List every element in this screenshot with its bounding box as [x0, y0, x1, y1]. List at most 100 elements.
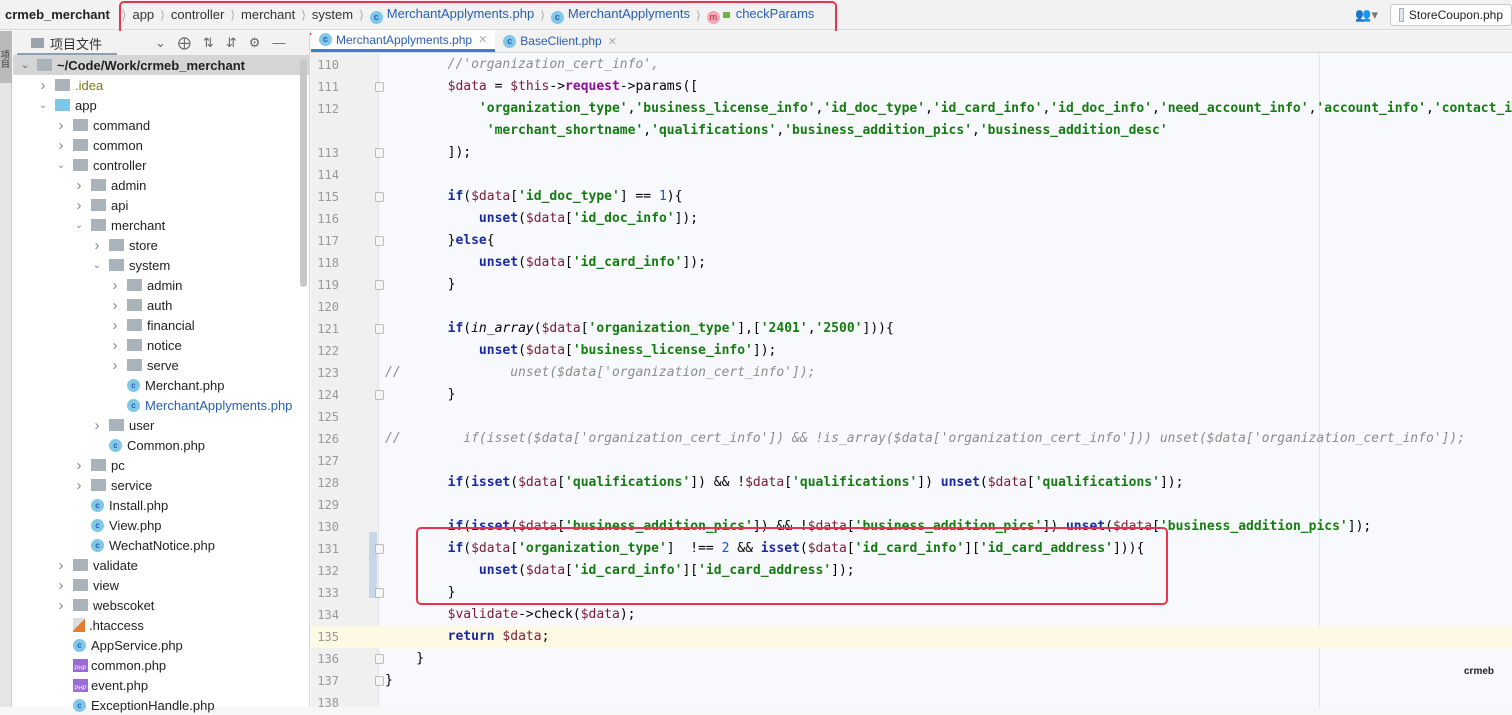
tree-item[interactable]: c MerchantApplyments.php: [13, 395, 309, 415]
chevron-right-icon[interactable]: ›: [91, 417, 103, 434]
code-text: }: [385, 384, 456, 406]
close-icon[interactable]: ✕: [478, 33, 487, 46]
tree-item[interactable]: c AppService.php: [13, 635, 309, 655]
chevron-right-icon[interactable]: ›: [73, 477, 85, 494]
tree-item[interactable]: c Merchant.php: [13, 375, 309, 395]
fold-marker-icon[interactable]: [375, 148, 384, 158]
tree-item[interactable]: c ExceptionHandle.php: [13, 695, 309, 715]
locate-icon[interactable]: ⨁: [178, 35, 191, 51]
tree-item-label: Common.php: [127, 437, 206, 453]
tree-item[interactable]: PHP common.php: [13, 655, 309, 675]
expand-all-icon[interactable]: ⇅: [203, 35, 214, 51]
tree-item[interactable]: › admin: [13, 275, 309, 295]
line-number: 121: [317, 322, 339, 336]
code-text: // if(isset($data['organization_cert_inf…: [385, 428, 1465, 450]
tree-item[interactable]: c Common.php: [13, 435, 309, 455]
close-icon[interactable]: ✕: [608, 35, 617, 48]
project-panel-title[interactable]: 项目文件: [50, 34, 102, 53]
code-token: ]);: [1347, 519, 1372, 534]
fold-marker-icon[interactable]: [375, 676, 384, 686]
tree-item[interactable]: › validate: [13, 555, 309, 575]
tree-item[interactable]: › admin: [13, 175, 309, 195]
fold-marker-icon[interactable]: [375, 390, 384, 400]
gear-icon[interactable]: ⚙: [249, 35, 261, 51]
chevron-down-icon[interactable]: ⌄: [73, 220, 85, 231]
fold-marker-icon[interactable]: [375, 544, 384, 554]
editor-tab-label: BaseClient.php: [520, 34, 602, 48]
code-line: 119 }: [311, 274, 1512, 296]
chevron-right-icon[interactable]: ›: [109, 297, 121, 314]
tree-item[interactable]: .htaccess: [13, 615, 309, 635]
editor-tab[interactable]: c BaseClient.php ✕: [495, 30, 625, 52]
tree-item[interactable]: › common: [13, 135, 309, 155]
tree-item[interactable]: ⌄ controller: [13, 155, 309, 175]
tree-item[interactable]: › webscoket: [13, 595, 309, 615]
chevron-down-icon[interactable]: ⌄: [155, 35, 166, 51]
chevron-right-icon[interactable]: ›: [109, 317, 121, 334]
chevron-down-icon[interactable]: ⌄: [55, 160, 67, 171]
tree-item[interactable]: ⌄ app: [13, 95, 309, 115]
code-token: ;: [541, 629, 550, 644]
chevron-right-icon[interactable]: ›: [37, 77, 49, 94]
tree-item[interactable]: c WechatNotice.php: [13, 535, 309, 555]
chevron-right-icon[interactable]: ›: [55, 137, 67, 154]
chevron-right-icon[interactable]: ›: [91, 237, 103, 254]
tree-item[interactable]: › view: [13, 575, 309, 595]
code-token: [: [1026, 475, 1035, 490]
scrollbar[interactable]: [300, 59, 307, 287]
tree-item[interactable]: › .idea: [13, 75, 309, 95]
tree-item-label: store: [129, 237, 158, 253]
fold-marker-icon[interactable]: [375, 192, 384, 202]
tree-item[interactable]: PHP event.php: [13, 675, 309, 695]
fold-marker-icon[interactable]: [375, 280, 384, 290]
tree-item[interactable]: › api: [13, 195, 309, 215]
tree-item[interactable]: › serve: [13, 355, 309, 375]
tree-item[interactable]: › financial: [13, 315, 309, 335]
fold-marker-icon[interactable]: [375, 236, 384, 246]
collapse-all-icon[interactable]: ⇵: [226, 35, 237, 51]
chevron-down-icon[interactable]: ⌄: [19, 60, 31, 71]
tree-item[interactable]: › service: [13, 475, 309, 495]
chevron-right-icon[interactable]: ›: [73, 177, 85, 194]
tree-item[interactable]: › auth: [13, 295, 309, 315]
fold-marker-icon[interactable]: [375, 82, 384, 92]
fold-marker-icon[interactable]: [375, 588, 384, 598]
chevron-right-icon[interactable]: ›: [55, 577, 67, 594]
chevron-right-icon[interactable]: ›: [109, 277, 121, 294]
minimize-icon[interactable]: —: [272, 35, 285, 51]
tree-item-label: view: [93, 577, 120, 593]
tree-item[interactable]: › notice: [13, 335, 309, 355]
tree-item[interactable]: c View.php: [13, 515, 309, 535]
chevron-right-icon[interactable]: ›: [109, 337, 121, 354]
chevron-right-icon[interactable]: ›: [73, 197, 85, 214]
user-icon[interactable]: 👥▾: [1355, 7, 1378, 23]
chevron-right-icon[interactable]: ›: [109, 357, 121, 374]
project-tool-tab[interactable]: 项目: [0, 31, 12, 83]
tree-item[interactable]: › command: [13, 115, 309, 135]
code-token: 'id_doc_type': [823, 101, 926, 116]
code-token: ,: [925, 101, 933, 116]
chevron-right-icon[interactable]: ›: [55, 117, 67, 134]
chevron-right-icon[interactable]: ›: [55, 597, 67, 614]
tree-item[interactable]: c Install.php: [13, 495, 309, 515]
tree-item[interactable]: ⌄ system: [13, 255, 309, 275]
tree-item[interactable]: › user: [13, 415, 309, 435]
editor-tab[interactable]: c MerchantApplyments.php ✕: [311, 30, 496, 52]
code-token: ]);: [674, 211, 699, 226]
fold-marker-icon[interactable]: [375, 654, 384, 664]
chevron-down-icon[interactable]: ⌄: [37, 100, 49, 111]
fold-marker-icon[interactable]: [375, 324, 384, 334]
project-name[interactable]: crmeb_merchant: [0, 7, 116, 22]
run-configuration-select[interactable]: StoreCoupon.php: [1390, 4, 1512, 26]
chevron-right-icon[interactable]: ›: [55, 557, 67, 574]
code-area[interactable]: 110 //'organization_cert_info', 111 $data…: [311, 54, 1512, 714]
line-number: 122: [317, 344, 339, 358]
chevron-right-icon[interactable]: ›: [73, 457, 85, 474]
tree-item[interactable]: ⌄ ~/Code/Work/crmeb_merchant: [13, 55, 309, 75]
chevron-down-icon[interactable]: ⌄: [91, 260, 103, 271]
tree-item[interactable]: › store: [13, 235, 309, 255]
tree-item[interactable]: › pc: [13, 455, 309, 475]
tree-item[interactable]: ⌄ merchant: [13, 215, 309, 235]
